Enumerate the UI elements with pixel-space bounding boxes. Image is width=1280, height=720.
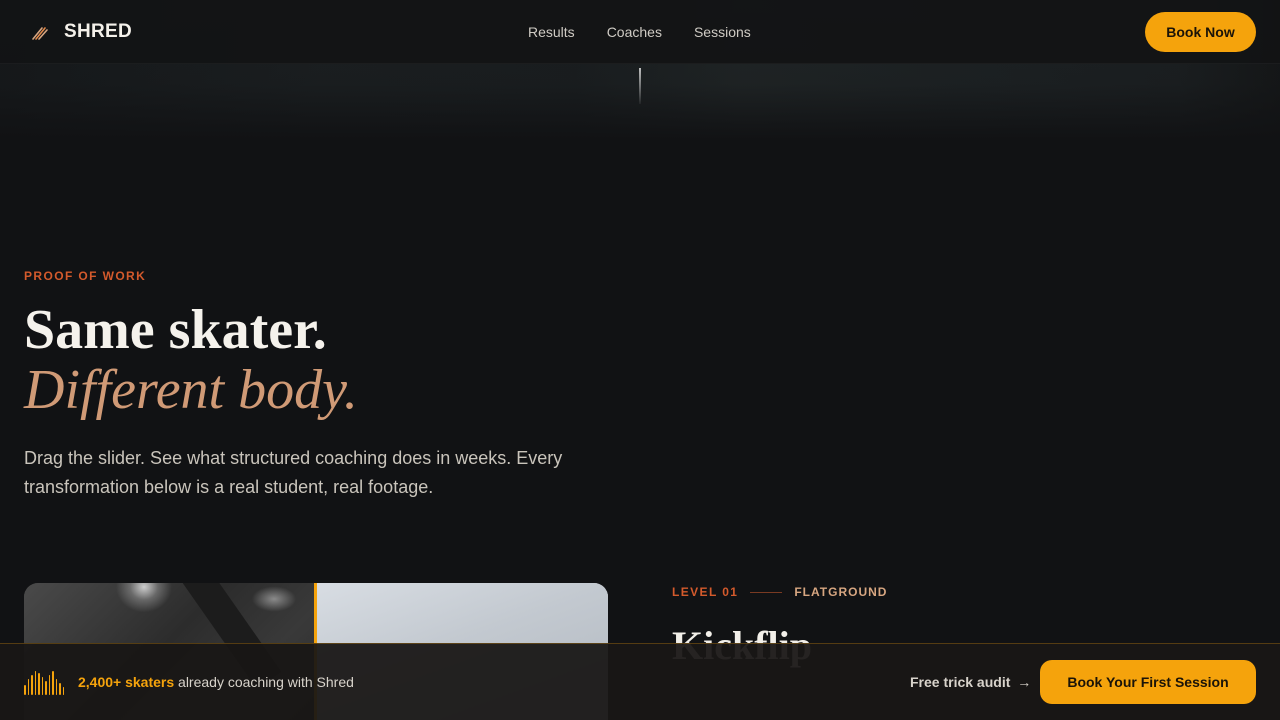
headline-line-1: Same skater. xyxy=(24,299,327,361)
skater-count: 2,400+ skaters xyxy=(78,674,175,690)
section-headline: Same skater. Different body. xyxy=(24,300,358,420)
social-proof-text: 2,400+ skaters already coaching with Shr… xyxy=(78,674,354,690)
level-category: FLATGROUND xyxy=(794,585,888,599)
nav-link-sessions[interactable]: Sessions xyxy=(694,23,751,41)
book-now-button[interactable]: Book Now xyxy=(1145,12,1256,52)
nav-link-results[interactable]: Results xyxy=(528,23,575,41)
arrow-right-icon: → xyxy=(1017,674,1032,690)
brand-name: SHRED xyxy=(64,21,133,42)
equalizer-bars-icon xyxy=(24,671,64,695)
free-trick-audit-link[interactable]: Free trick audit → xyxy=(910,674,1031,690)
audit-label: Free trick audit xyxy=(910,674,1011,690)
headline-line-2: Different body. xyxy=(24,359,358,421)
level-label: LEVEL 01 xyxy=(672,585,739,599)
brand-logo-link[interactable]: SHRED xyxy=(28,18,132,46)
social-proof-suffix: already coaching with Shred xyxy=(178,674,354,690)
hero-divider-line xyxy=(639,68,641,104)
sticky-cta-bar: 2,400+ skaters already coaching with Shr… xyxy=(0,643,1280,720)
page: SHRED Results Coaches Sessions Book Now … xyxy=(0,0,1280,720)
site-header: SHRED Results Coaches Sessions Book Now xyxy=(0,0,1280,64)
level-meta: LEVEL 01 FLATGROUND xyxy=(672,585,887,599)
section-eyebrow: PROOF OF WORK xyxy=(24,269,147,283)
level-divider xyxy=(750,591,783,593)
book-first-session-button[interactable]: Book Your First Session xyxy=(1040,660,1256,704)
brand-slash-logo-icon xyxy=(32,27,48,40)
section-lead: Drag the slider. See what structured coa… xyxy=(24,448,563,497)
nav-link-coaches[interactable]: Coaches xyxy=(607,23,662,41)
main-nav: Results Coaches Sessions xyxy=(528,23,751,41)
